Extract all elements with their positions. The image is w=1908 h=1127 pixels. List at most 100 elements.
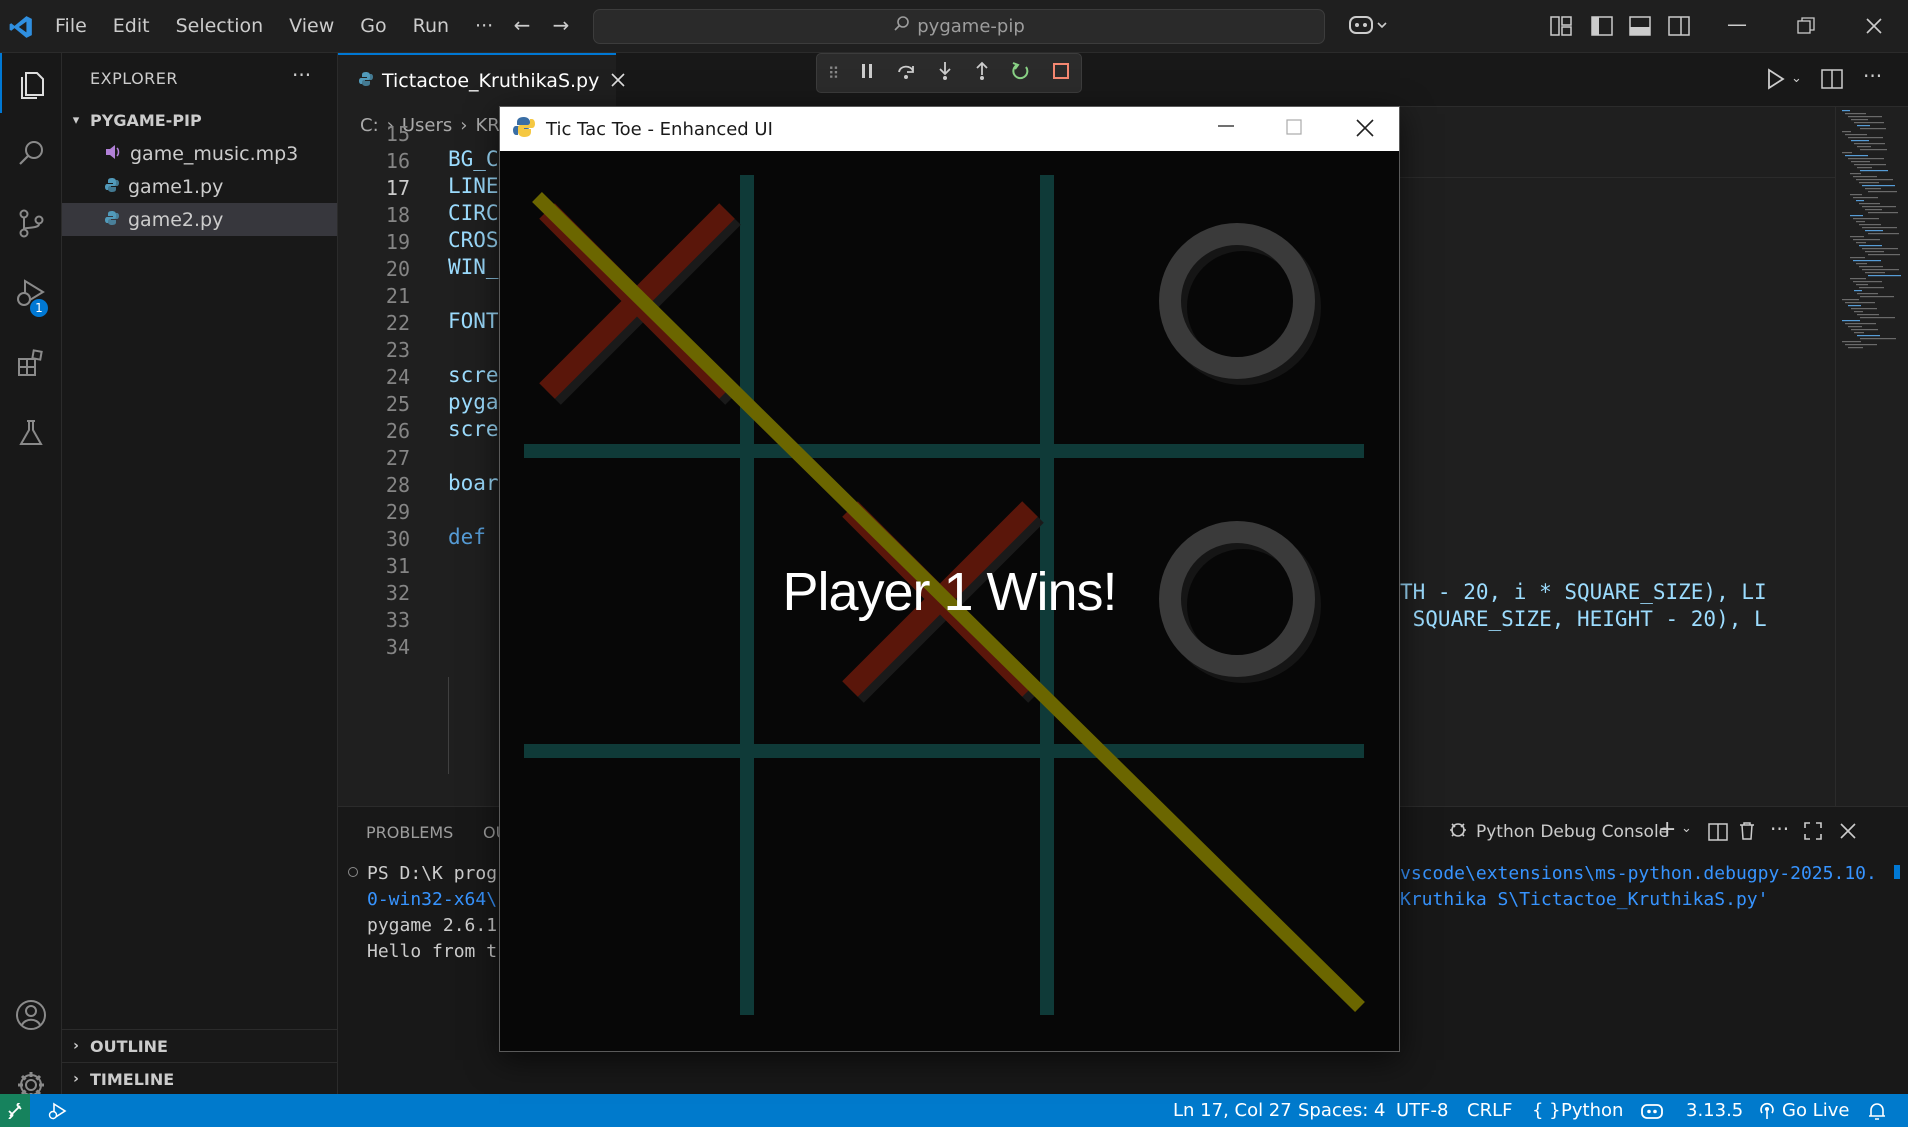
folder-pygame-pip[interactable]: ▾ PYGAME-PIP xyxy=(62,104,337,137)
toggle-panel-icon[interactable] xyxy=(1629,16,1651,40)
outline-section[interactable]: › OUTLINE xyxy=(62,1029,337,1062)
toggle-secondary-sidebar-icon[interactable] xyxy=(1668,16,1690,40)
tab-problems[interactable]: PROBLEMS xyxy=(366,823,453,842)
close-tab-icon[interactable] xyxy=(611,72,625,91)
close-panel-icon[interactable] xyxy=(1840,823,1856,843)
menu-file[interactable]: File xyxy=(42,0,100,53)
step-into-icon[interactable] xyxy=(937,61,953,85)
timeline-section[interactable]: › TIMELINE xyxy=(62,1062,337,1095)
minimap-line xyxy=(1848,137,1883,139)
minimize-icon[interactable]: — xyxy=(1722,12,1752,36)
game-maximize-icon[interactable] xyxy=(1286,119,1302,139)
chevron-right-icon: › xyxy=(73,1071,79,1087)
explorer-more-icon[interactable]: ··· xyxy=(292,63,311,87)
go-live-button[interactable]: Go Live xyxy=(1782,1094,1849,1127)
minimap-line xyxy=(1854,143,1885,145)
terminal-dropdown-icon[interactable]: ⌄ xyxy=(1681,821,1692,836)
game-canvas[interactable]: Player 1 Wins! xyxy=(500,151,1399,1051)
indentation[interactable]: Spaces: 4 xyxy=(1298,1094,1385,1127)
command-center-search[interactable]: pygame-pip xyxy=(593,9,1325,44)
language-mode[interactable]: Python xyxy=(1561,1094,1623,1127)
step-over-icon[interactable] xyxy=(896,62,916,84)
trash-icon[interactable] xyxy=(1738,821,1756,845)
pygame-snake-icon xyxy=(512,115,536,143)
python-version[interactable]: 3.13.5 xyxy=(1686,1094,1743,1127)
menu-go[interactable]: Go xyxy=(347,0,399,53)
menu-view[interactable]: View xyxy=(276,0,347,53)
minimap-line xyxy=(1854,311,1863,313)
line-number: 17 xyxy=(385,176,410,200)
copilot-status-icon[interactable] xyxy=(1640,1094,1664,1127)
remote-icon[interactable] xyxy=(0,1094,30,1127)
status-bar: Ln 17, Col 27 Spaces: 4 UTF-8 CRLF { } P… xyxy=(0,1094,1908,1127)
testing-flask-icon[interactable] xyxy=(0,403,62,463)
minimap-line xyxy=(1862,185,1895,187)
run-file-icon[interactable] xyxy=(1766,68,1786,94)
minimap-line xyxy=(1859,203,1880,205)
vscode-logo-icon xyxy=(0,0,42,53)
forward-arrow-icon[interactable]: → xyxy=(547,13,575,37)
notifications-bell-icon[interactable] xyxy=(1868,1094,1886,1127)
minimap-line xyxy=(1860,170,1888,172)
new-terminal-icon[interactable]: + xyxy=(1658,817,1676,842)
minimap-line xyxy=(1860,338,1896,340)
file-game2[interactable]: game2.py xyxy=(62,203,337,236)
minimap[interactable] xyxy=(1838,107,1908,357)
customize-layout-icon[interactable] xyxy=(1550,16,1572,40)
game-window-titlebar[interactable]: Tic Tac Toe - Enhanced UI xyxy=(500,107,1399,151)
debug-toolbar: ⠿ xyxy=(816,53,1082,93)
minimap-border xyxy=(1835,107,1836,807)
code-line: WIN_ xyxy=(448,255,499,279)
accounts-icon[interactable] xyxy=(0,985,62,1045)
win-message: Player 1 Wins! xyxy=(782,562,1117,622)
split-terminal-icon[interactable] xyxy=(1708,823,1728,845)
breadcrumb-item[interactable]: KR xyxy=(475,115,499,136)
minimap-line xyxy=(1848,305,1861,307)
game-minimize-icon[interactable] xyxy=(1217,117,1235,139)
drag-handle-icon[interactable]: ⠿ xyxy=(828,64,840,83)
cursor-position[interactable]: Ln 17, Col 27 xyxy=(1173,1094,1292,1127)
panel-more-icon[interactable]: ··· xyxy=(1770,817,1789,841)
stop-icon[interactable] xyxy=(1052,62,1070,84)
code-line-right-32: TH - 20, i * SQUARE_SIZE), LI xyxy=(1400,580,1767,604)
source-control-icon[interactable] xyxy=(0,193,62,253)
back-arrow-icon[interactable]: ← xyxy=(508,13,536,37)
line-endings[interactable]: CRLF xyxy=(1467,1094,1512,1127)
menu-run[interactable]: Run xyxy=(400,0,462,53)
split-editor-icon[interactable] xyxy=(1821,69,1843,93)
run-debug-icon[interactable]: 1 xyxy=(0,263,62,323)
close-window-icon[interactable] xyxy=(1865,17,1883,39)
minimap-line xyxy=(1856,242,1866,244)
copilot-icon[interactable] xyxy=(1344,13,1392,42)
menu-edit[interactable]: Edit xyxy=(100,0,163,53)
file-game-music[interactable]: game_music.mp3 xyxy=(62,137,337,170)
pause-icon[interactable] xyxy=(860,63,874,83)
run-dropdown-icon[interactable]: ⌄ xyxy=(1791,71,1802,86)
debug-status-icon[interactable] xyxy=(48,1102,68,1125)
menu-selection[interactable]: Selection xyxy=(163,0,277,53)
maximize-panel-icon[interactable] xyxy=(1804,822,1822,844)
restart-icon[interactable] xyxy=(1011,61,1031,85)
chevron-right-icon: › xyxy=(460,114,468,136)
minimap-line xyxy=(1854,122,1884,124)
more-menu-icon[interactable]: ··· xyxy=(462,0,506,53)
line-number: 20 xyxy=(385,257,410,281)
extensions-icon[interactable] xyxy=(0,333,62,393)
terminal-line-3: pygame 2.6.1 xyxy=(367,915,498,936)
line-number: 24 xyxy=(385,365,410,389)
editor-more-icon[interactable]: ··· xyxy=(1863,64,1882,88)
search-activity-icon[interactable] xyxy=(0,123,62,183)
restore-icon[interactable] xyxy=(1797,17,1815,39)
step-out-icon[interactable] xyxy=(974,61,990,85)
tab-tictactoe[interactable]: Tictactoe_KruthikaS.py xyxy=(338,53,625,107)
language-mode-braces-icon: { } xyxy=(1532,1100,1561,1121)
file-game1[interactable]: game1.py xyxy=(62,170,337,203)
game-close-icon[interactable] xyxy=(1356,119,1374,141)
encoding[interactable]: UTF-8 xyxy=(1396,1094,1448,1127)
python-debug-console-selector[interactable]: Python Debug Console xyxy=(1448,819,1669,844)
minimap-line xyxy=(1865,272,1885,274)
toggle-sidebar-icon[interactable] xyxy=(1591,16,1613,40)
command-decoration-icon[interactable] xyxy=(348,867,358,877)
timeline-label: TIMELINE xyxy=(90,1069,175,1089)
explorer-icon[interactable] xyxy=(0,53,62,113)
